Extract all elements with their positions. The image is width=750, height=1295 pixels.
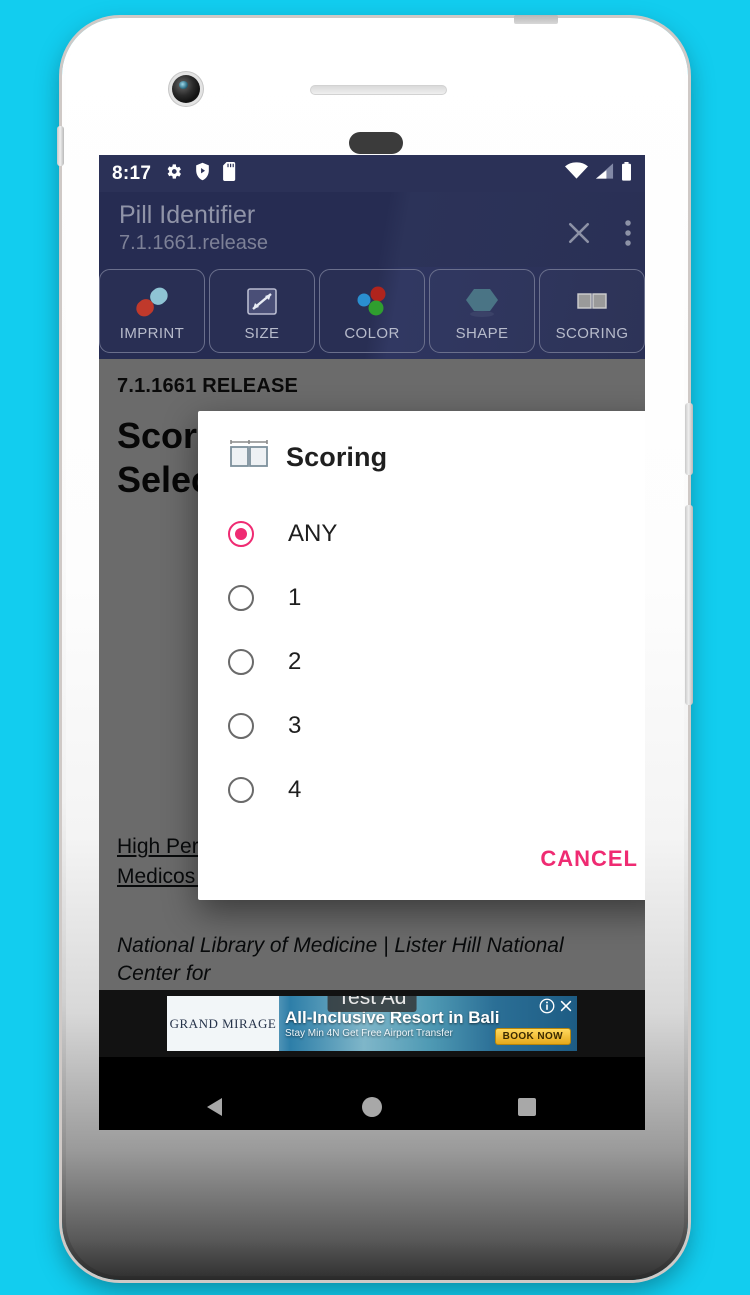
radio-option-2[interactable]: 2	[198, 630, 645, 694]
gear-icon	[164, 162, 183, 186]
overflow-menu-icon[interactable]	[624, 218, 632, 253]
android-navigation-bar	[99, 1057, 645, 1130]
ad-badges	[539, 998, 574, 1019]
battery-icon	[621, 161, 632, 186]
radio-option-label: 3	[288, 712, 302, 739]
radio-button[interactable]	[228, 713, 254, 739]
status-bar-left-icons	[164, 161, 238, 186]
antenna-band	[514, 15, 558, 24]
radio-option-label: 2	[288, 648, 302, 675]
ad-cta-button[interactable]: BOOK NOW	[494, 1028, 571, 1045]
info-icon[interactable]	[539, 998, 555, 1019]
home-circle-icon[interactable]	[337, 1072, 407, 1130]
tab-imprint[interactable]: IMPRINT	[99, 269, 205, 353]
phone-device-frame: 8:17 Pill Identifier 7.1.1661.release IM…	[57, 15, 693, 1280]
front-camera-icon	[172, 75, 200, 103]
radio-option-label: ANY	[288, 520, 338, 547]
volume-button[interactable]	[685, 505, 693, 705]
wifi-icon	[565, 162, 588, 185]
ad-brand-label: GRAND MIRAGE	[169, 1015, 277, 1031]
radio-option-any[interactable]: ANY	[198, 502, 645, 566]
app-title: Pill Identifier	[119, 201, 256, 229]
power-button[interactable]	[685, 403, 693, 475]
scoring-table-icon	[572, 281, 612, 323]
radio-option-label: 1	[288, 584, 302, 611]
close-icon[interactable]	[558, 998, 574, 1019]
ad-banner[interactable]: GRAND MIRAGE All-Inclusive Resort in Bal…	[99, 990, 645, 1057]
tab-label: SHAPE	[455, 324, 509, 342]
status-bar-clock: 8:17	[112, 162, 152, 184]
size-ruler-icon	[242, 281, 282, 323]
ad-copy: All-Inclusive Resort in Bali Stay Min 4N…	[279, 996, 577, 1051]
sensor-housing	[349, 132, 403, 154]
dialog-actions: CANCEL	[198, 822, 645, 890]
ad-test-label: Test Ad	[327, 996, 417, 1012]
radio-option-3[interactable]: 3	[198, 694, 645, 758]
sd-card-icon	[222, 161, 238, 186]
radio-option-4[interactable]: 4	[198, 758, 645, 822]
dialog-title: Scoring	[286, 442, 388, 472]
hexagon-shape-icon	[461, 281, 503, 323]
close-icon[interactable]	[564, 218, 594, 253]
tab-scoring[interactable]: SCORING	[539, 269, 645, 353]
phone-screen: 8:17 Pill Identifier 7.1.1661.release IM…	[99, 155, 645, 1130]
scoring-dialog: Scoring ANY 1 2 3 4 CANCEL	[198, 411, 645, 900]
scoring-table-icon	[228, 437, 270, 478]
tab-label: IMPRINT	[119, 324, 185, 342]
cancel-button[interactable]: CANCEL	[532, 840, 645, 878]
back-triangle-icon[interactable]	[182, 1072, 252, 1130]
cellular-signal-icon	[595, 162, 614, 185]
app-bar: Pill Identifier 7.1.1661.release	[99, 192, 645, 267]
ad-brand-logo: GRAND MIRAGE	[167, 996, 279, 1051]
radio-button[interactable]	[228, 777, 254, 803]
status-bar-right-icons	[565, 161, 632, 186]
radio-button-selected[interactable]	[228, 521, 254, 547]
earpiece-speaker	[310, 85, 447, 95]
radio-option-1[interactable]: 1	[198, 566, 645, 630]
release-heading: 7.1.1661 RELEASE	[117, 375, 299, 397]
tab-label: SIZE	[244, 324, 280, 342]
status-bar: 8:17	[99, 155, 645, 192]
tab-label: COLOR	[344, 324, 400, 342]
color-spheres-icon	[352, 281, 392, 323]
radio-button[interactable]	[228, 649, 254, 675]
app-version-label: 7.1.1661.release	[119, 232, 269, 254]
tab-shape[interactable]: SHAPE	[429, 269, 535, 353]
app-bar-titles: Pill Identifier 7.1.1661.release	[119, 198, 564, 267]
sim-tray	[57, 126, 64, 166]
filter-tab-strip: IMPRINT SIZE COLOR SHAPE SCORING	[99, 267, 645, 359]
tab-label: SCORING	[555, 324, 629, 342]
radio-button[interactable]	[228, 585, 254, 611]
recents-square-icon[interactable]	[492, 1072, 562, 1130]
shield-play-icon	[194, 162, 211, 186]
radio-option-label: 4	[288, 776, 302, 803]
reference-note: National Library of Medicine | Lister Hi…	[117, 934, 564, 985]
dialog-header: Scoring	[198, 437, 645, 478]
tab-color[interactable]: COLOR	[319, 269, 425, 353]
ad-creative[interactable]: GRAND MIRAGE All-Inclusive Resort in Bal…	[167, 996, 577, 1051]
pill-capsule-icon	[130, 281, 174, 323]
tab-size[interactable]: SIZE	[209, 269, 315, 353]
app-bar-actions	[564, 198, 632, 267]
